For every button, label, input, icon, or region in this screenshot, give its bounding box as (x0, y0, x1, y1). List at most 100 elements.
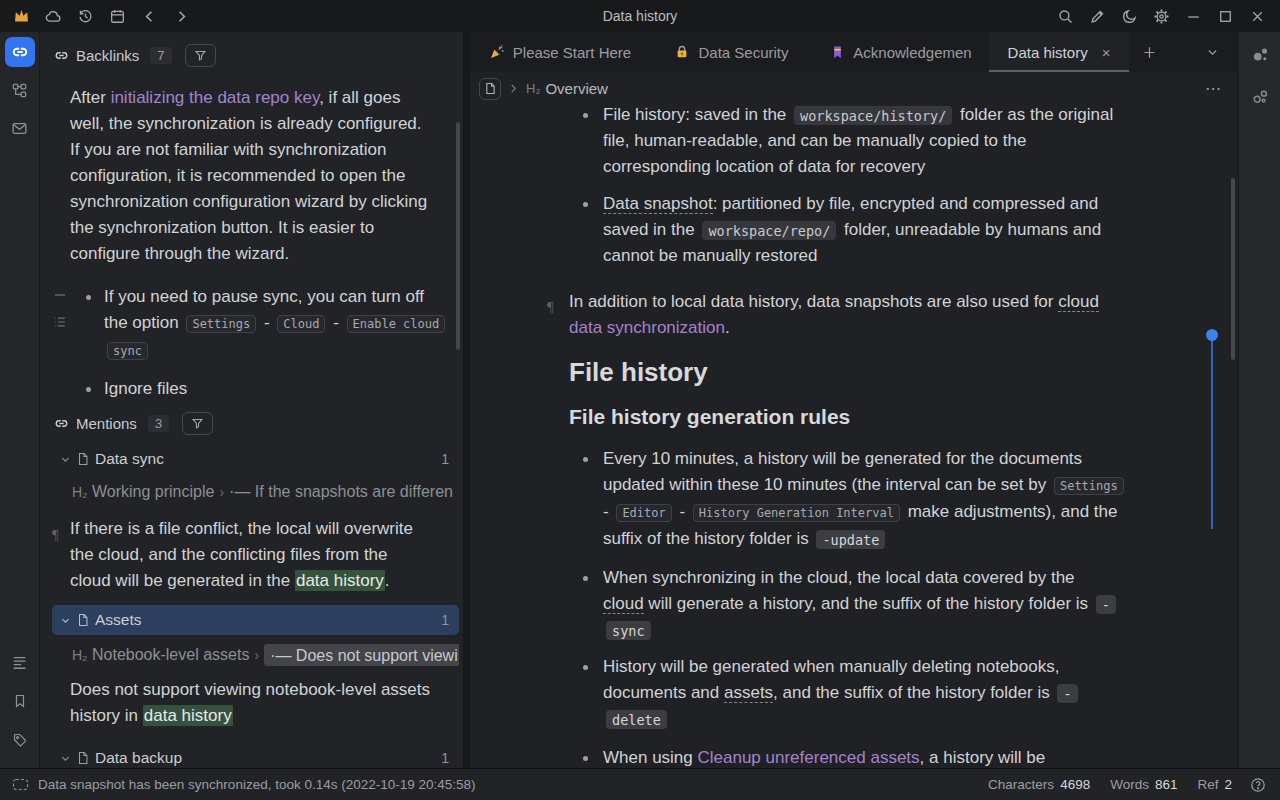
dock-tag-button[interactable] (5, 725, 35, 755)
list-type-icon[interactable] (53, 315, 67, 329)
sync-status-icon[interactable] (12, 777, 29, 792)
block-ref[interactable]: cloud (603, 594, 644, 614)
block-ref[interactable]: Data snapshot (603, 194, 713, 214)
titlebar-left-toolbar (0, 6, 192, 27)
breadcrumb-chevron-icon (508, 83, 519, 94)
mention-doc-row[interactable]: Data backup 1 (52, 743, 459, 768)
data-history-icon[interactable] (75, 6, 96, 27)
status-bar: Data snapshot has been synchronized, too… (0, 768, 1280, 800)
editor-list-item[interactable]: History will be generated when manually … (603, 654, 1218, 732)
focus-indicator-dot[interactable] (1206, 329, 1218, 341)
backlinks-filter-button[interactable] (185, 44, 216, 67)
mentions-filter-button[interactable] (182, 412, 213, 435)
tab-list-chevron-button[interactable] (1186, 32, 1238, 72)
settings-gear-icon[interactable] (1145, 5, 1177, 27)
mention-block-path[interactable]: H₂ Working principle›·— If the snapshots… (72, 479, 459, 505)
go-back-icon[interactable] (139, 6, 160, 27)
text: After (70, 88, 111, 107)
heading-level-badge: H₂ (72, 647, 88, 663)
heading-generation-rules[interactable]: File history generation rules (569, 403, 1218, 431)
inline-link[interactable]: Cleanup unreferenced assets (698, 748, 920, 767)
editor-list-item[interactable]: Every 10 minutes, a history will be gene… (603, 446, 1218, 552)
backlinks-count-badge: 7 (150, 47, 171, 64)
breadcrumb-heading-name[interactable]: Overview (545, 80, 608, 97)
code-span: - (1096, 595, 1116, 614)
mention-paragraph[interactable]: ¶ If there is a file conflict, the local… (70, 516, 459, 594)
mention-block-path[interactable]: H₂ Notebook-level assets›·— Does not sup… (72, 642, 459, 668)
workspace-crown-icon[interactable] (11, 6, 32, 27)
backlink-list-item[interactable]: Ignore files (104, 376, 459, 402)
backlink-paragraph[interactable]: After initializing the data repo key, if… (70, 85, 459, 267)
tab-close-icon[interactable]: × (1102, 44, 1111, 61)
cloud-sync-icon[interactable] (43, 6, 64, 27)
tab-acknowledgements[interactable]: Acknowledgemen (813, 32, 989, 72)
right-dock (1238, 32, 1280, 768)
dock-bookmark-button[interactable] (5, 686, 35, 716)
search-icon[interactable] (1049, 5, 1081, 27)
inline-link[interactable]: initializing the data repo key (111, 88, 320, 107)
mention-paragraph[interactable]: Does not support viewing notebook-level … (70, 677, 459, 729)
chevron-down-icon[interactable] (60, 753, 71, 764)
theme-moon-icon[interactable] (1113, 5, 1145, 27)
editor-scrollbar-thumb[interactable] (1231, 178, 1235, 360)
edit-mode-icon[interactable] (1081, 5, 1113, 27)
new-tab-button[interactable] (1129, 32, 1169, 72)
backlinks-header: Backlinks 7 (54, 40, 459, 70)
close-button[interactable] (1241, 5, 1273, 27)
characters-label: Characters (988, 777, 1054, 792)
tab-data-history[interactable]: Data history × (989, 32, 1129, 72)
mention-doc-row[interactable]: Data sync 1 (52, 444, 459, 474)
block-ref[interactable]: assets (724, 683, 773, 703)
backlinks-title: Backlinks (76, 47, 139, 64)
text: When synchronizing in the cloud, the loc… (603, 568, 1075, 587)
go-forward-icon[interactable] (171, 6, 192, 27)
heading-file-history[interactable]: File history (569, 355, 1218, 389)
breadcrumb-doc-icon[interactable] (479, 78, 501, 100)
daily-note-icon[interactable] (107, 6, 128, 27)
mention-doc-row-selected[interactable]: Assets 1 (52, 605, 459, 635)
kbd-span: Enable cloud (347, 315, 446, 333)
inline-link[interactable]: data synchronization (569, 318, 725, 337)
dock-inbox-button[interactable] (5, 113, 35, 143)
kbd-span: Editor (616, 504, 671, 522)
minimize-button[interactable] (1177, 5, 1209, 27)
dock-backlinks-button[interactable] (5, 37, 35, 67)
text: : partitioned by file, encrypted and com… (713, 194, 1099, 213)
editor-list-item[interactable]: When using Cleanup unreferenced assets, … (603, 745, 1218, 768)
ref-label: Ref (1197, 777, 1218, 792)
more-options-icon[interactable]: ⋯ (1205, 79, 1222, 98)
kbd-span: Cloud (277, 315, 325, 333)
help-icon[interactable] (1250, 777, 1266, 793)
block-ref[interactable]: cloud (1058, 292, 1099, 312)
panel-resize-divider[interactable] (463, 32, 470, 768)
editor-paragraph[interactable]: ¶ In addition to local data history, dat… (569, 289, 1218, 341)
editor-list-item[interactable]: When synchronizing in the cloud, the loc… (603, 565, 1218, 643)
chevron-down-icon[interactable] (60, 615, 71, 626)
chevron-down-icon[interactable] (60, 454, 71, 465)
ref-count: 2 (1224, 777, 1232, 792)
mention-doc-label: Data backup (95, 749, 182, 767)
editor-list-item[interactable]: File history: saved in the workspace/his… (603, 105, 1218, 180)
search-highlight: data history (143, 705, 233, 726)
dock-outline-button[interactable] (5, 647, 35, 677)
drag-handle-icon[interactable] (53, 288, 67, 302)
text: - (259, 313, 274, 332)
tab-data-security[interactable]: Data Security (650, 32, 813, 72)
text: Working principle (88, 483, 215, 500)
matched-block-chip[interactable]: ·— Does not support viewi (264, 644, 459, 666)
editor-list-item[interactable]: Data snapshot: partitioned by file, encr… (603, 191, 1218, 269)
dock-graph-local-button[interactable] (1251, 46, 1269, 64)
dock-graph-global-button[interactable] (1251, 88, 1269, 106)
backlink-list-item[interactable]: If you need to pause sync, you can turn … (104, 284, 459, 364)
text: will generate a history, and the suffix … (644, 594, 1093, 613)
editor-area: Please Start Here Data Security Acknowle… (470, 32, 1238, 768)
breadcrumb: H₂ Overview ⋯ (470, 72, 1238, 105)
maximize-button[interactable] (1209, 5, 1241, 27)
dock-graph-button[interactable] (5, 75, 35, 105)
editor-content[interactable]: File history: saved in the workspace/his… (470, 105, 1238, 768)
text: - (675, 502, 690, 521)
text: history in (70, 706, 143, 725)
tab-please-start-here[interactable]: Please Start Here (470, 32, 650, 72)
text: Ignore files (104, 379, 187, 398)
panel-scrollbar-thumb[interactable] (456, 122, 460, 350)
